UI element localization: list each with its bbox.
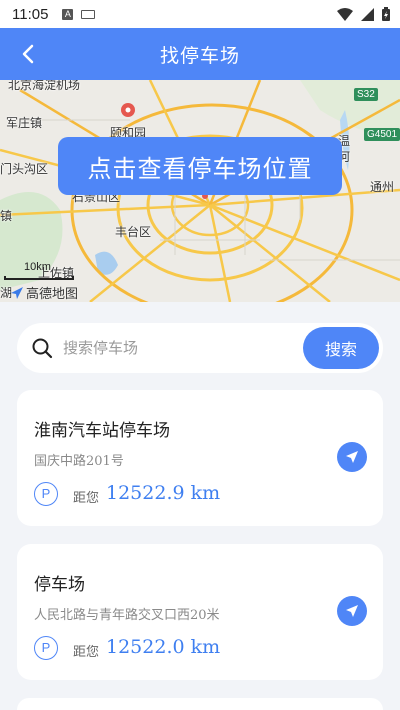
status-left-icons: A	[62, 8, 96, 20]
parking-lot-card[interactable]: 淮南汽车站停车场 国庆中路201号 P 距您 12522.9 km	[17, 390, 383, 526]
amap-arrow-icon	[11, 286, 23, 299]
parking-p-icon: P	[34, 482, 58, 506]
distance-label: 距您	[73, 491, 100, 506]
keyboard-icon	[81, 9, 96, 19]
map-label-mentougou: 门头沟区	[0, 162, 49, 176]
search-bar: 搜索	[17, 323, 383, 373]
back-button[interactable]	[14, 40, 42, 68]
app-header: 找停车场	[0, 28, 400, 80]
battery-icon	[382, 7, 390, 21]
navigation-arrow-icon	[346, 451, 358, 463]
distance-value: 12522.0 km	[106, 636, 221, 658]
map-label-junzhuang: 军庄镇	[6, 116, 43, 130]
back-arrow-icon	[22, 44, 34, 64]
amap-logo-text: 高德地图	[26, 287, 79, 302]
map-scale-label: 10km	[24, 261, 51, 273]
navigation-arrow-icon	[346, 605, 358, 617]
parking-p-icon: P	[34, 636, 58, 660]
distance-label: 距您	[73, 645, 100, 660]
map-label-airport: 北京海淀机场	[8, 80, 81, 92]
navigate-button[interactable]	[337, 596, 367, 626]
road-badge-s32: S32	[354, 88, 378, 101]
parking-lot-name: 停车场	[34, 575, 85, 595]
navigate-button[interactable]	[337, 442, 367, 472]
status-time: 11:05	[12, 5, 49, 23]
road-badge-g4501: G4501	[364, 128, 400, 141]
amap-logo: 高德地图	[10, 283, 78, 302]
a-notification-icon: A	[62, 8, 74, 20]
signal-icon	[361, 7, 374, 21]
map-view[interactable]: 北京海淀机场 军庄镇 颐和园 门头沟区 石景山区 镇 丰台区 通州 上佐镇 湖 …	[0, 80, 400, 302]
search-input[interactable]	[63, 331, 293, 365]
parking-lot-card[interactable]: 停车场 人民北路与青年路交叉口西20米 P 距您 12522.0 km	[17, 544, 383, 680]
parking-lot-address: 国庆中路201号	[34, 454, 124, 469]
wifi-icon	[337, 7, 353, 21]
search-button[interactable]: 搜索	[303, 327, 379, 369]
distance-value: 12522.9 km	[106, 482, 221, 504]
map-label-zhen: 镇	[0, 209, 13, 223]
search-icon	[32, 338, 53, 359]
map-label-fengtai: 丰台区	[115, 225, 152, 239]
page-title: 找停车场	[159, 44, 240, 67]
parking-lot-card-partial[interactable]	[17, 698, 383, 710]
status-bar: 11:05 A	[0, 0, 400, 28]
status-right-icons	[337, 7, 390, 21]
map-label-tongzhou: 通州	[370, 180, 395, 194]
parking-lot-name: 淮南汽车站停车场	[34, 421, 170, 441]
parking-lot-address: 人民北路与青年路交叉口西20米	[34, 608, 220, 623]
map-scale-bar	[4, 276, 74, 280]
view-parking-location-button[interactable]: 点击查看停车场位置	[58, 137, 342, 195]
